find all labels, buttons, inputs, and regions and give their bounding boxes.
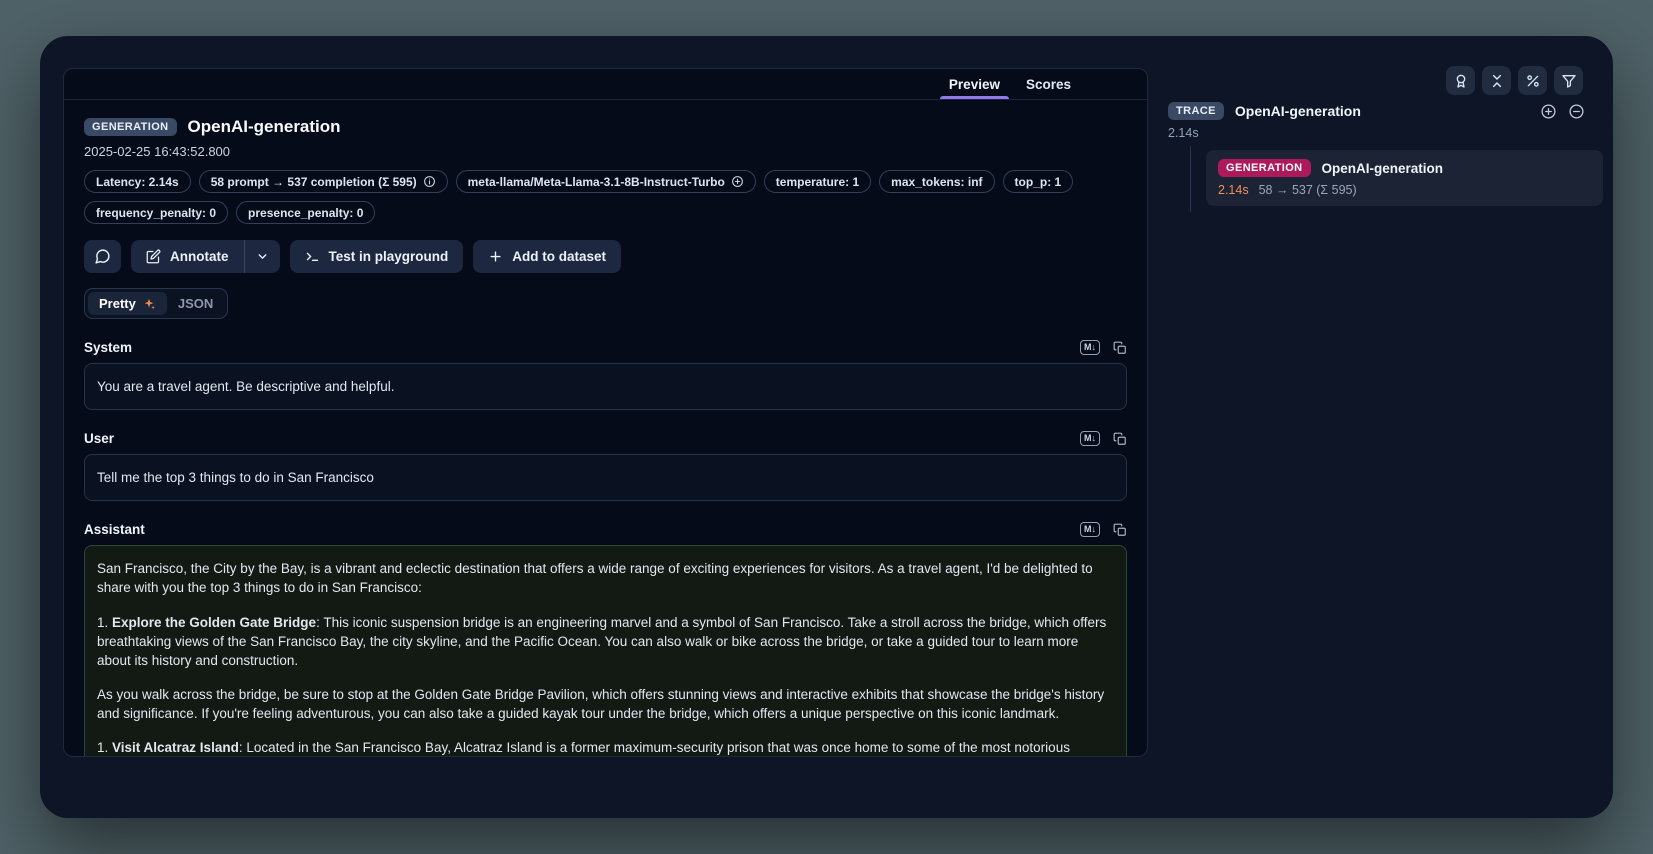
copy-icon[interactable] [1113, 432, 1127, 446]
award-icon [1453, 73, 1469, 89]
parameter-chip: meta-llama/Meta-Llama-3.1-8B-Instruct-Tu… [456, 170, 756, 193]
annotate-button[interactable]: Annotate [131, 240, 244, 273]
pretty-view-tab[interactable]: Pretty [88, 292, 167, 315]
annotate-split-button: Annotate [131, 240, 280, 273]
markdown-toggle-icon[interactable]: M↓ [1080, 522, 1100, 537]
tab-scores[interactable]: Scores [1014, 69, 1083, 99]
observation-content: GENERATION OpenAI-generation 2025-02-25 … [64, 100, 1147, 757]
percent-icon [1525, 73, 1541, 89]
view-mode-toggle: Pretty JSON [84, 288, 228, 319]
trace-toolbar [1446, 66, 1583, 95]
message-sections: System M↓ You are a travel agent. Be des… [84, 340, 1127, 757]
message-role-label: System [84, 340, 132, 355]
tab-preview[interactable]: Preview [937, 69, 1012, 99]
trace-header[interactable]: TRACE OpenAI-generation [1168, 102, 1585, 120]
parameter-chip: 58 prompt → 537 completion (Σ 595) [199, 170, 448, 193]
chip-label: top_p: 1 [1015, 175, 1062, 189]
observation-type-badge: GENERATION [84, 118, 177, 136]
generation-node-title: OpenAI-generation [1322, 161, 1444, 176]
chip-label: presence_penalty: 0 [248, 206, 363, 220]
markdown-toggle-icon[interactable]: M↓ [1080, 340, 1100, 355]
scores-award-button[interactable] [1446, 66, 1475, 95]
terminal-icon [305, 249, 320, 264]
parameter-chip: max_tokens: inf [879, 170, 994, 193]
playground-label: Test in playground [329, 249, 449, 264]
chip-label: max_tokens: inf [891, 175, 982, 189]
expand-all-button[interactable] [1540, 103, 1557, 120]
pretty-label: Pretty [99, 296, 136, 311]
observation-timestamp: 2025-02-25 16:43:52.800 [84, 144, 1127, 159]
parameter-chip: frequency_penalty: 0 [84, 201, 228, 224]
chat-bubble-icon [94, 248, 111, 265]
trace-latency: 2.14s [1168, 126, 1199, 140]
message-content: You are a travel agent. Be descriptive a… [84, 363, 1127, 410]
chevron-down-icon [256, 250, 269, 263]
test-in-playground-button[interactable]: Test in playground [290, 240, 464, 273]
add-to-dataset-button[interactable]: Add to dataset [473, 240, 621, 273]
annotate-label: Annotate [170, 249, 229, 264]
annotate-dropdown-button[interactable] [244, 240, 280, 273]
generation-tree-node[interactable]: GENERATION OpenAI-generation 2.14s 58 → … [1206, 150, 1603, 206]
message-content: San Francisco, the City by the Bay, is a… [84, 545, 1127, 757]
copy-icon[interactable] [1113, 523, 1127, 537]
message-content: Tell me the top 3 things to do in San Fr… [84, 454, 1127, 501]
message-section: Assistant M↓ San Francisco, the City by … [84, 522, 1127, 757]
generation-badge: GENERATION [1218, 159, 1311, 177]
generation-node-latency: 2.14s [1218, 183, 1249, 197]
json-view-tab[interactable]: JSON [167, 292, 224, 315]
parameter-chip: top_p: 1 [1003, 170, 1074, 193]
collapse-vertical-icon [1489, 73, 1505, 89]
add-to-dataset-label: Add to dataset [512, 249, 606, 264]
message-role-label: Assistant [84, 522, 145, 537]
plus-circle-icon [1540, 103, 1557, 120]
parameter-chip: Latency: 2.14s [84, 170, 191, 193]
chip-label: frequency_penalty: 0 [96, 206, 216, 220]
filter-button[interactable] [1554, 66, 1583, 95]
chip-label: temperature: 1 [776, 175, 859, 189]
trace-badge: TRACE [1168, 102, 1224, 120]
sparkles-icon [142, 297, 156, 311]
chip-label: meta-llama/Meta-Llama-3.1-8B-Instruct-Tu… [468, 175, 725, 189]
filter-icon [1561, 73, 1577, 89]
message-section: System M↓ You are a travel agent. Be des… [84, 340, 1127, 410]
comments-button[interactable] [84, 240, 121, 273]
metrics-percent-button[interactable] [1518, 66, 1547, 95]
trace-title: OpenAI-generation [1235, 103, 1529, 119]
markdown-toggle-icon[interactable]: M↓ [1080, 431, 1100, 446]
app-window: Preview Scores GENERATION OpenAI-generat… [40, 36, 1613, 818]
preview-tabbar: Preview Scores [64, 69, 1147, 100]
plus-icon [488, 249, 503, 264]
message-section: User M↓ Tell me the top 3 things to do i… [84, 431, 1127, 501]
observation-preview-panel: Preview Scores GENERATION OpenAI-generat… [63, 68, 1148, 757]
trace-tree: GENERATION OpenAI-generation 2.14s 58 → … [1190, 146, 1603, 212]
chip-label: Latency: 2.14s [96, 175, 179, 189]
copy-icon[interactable] [1113, 341, 1127, 355]
observation-title: OpenAI-generation [188, 117, 341, 137]
parameter-chips: Latency: 2.14s 58 prompt → 537 completio… [84, 170, 1127, 224]
generation-node-tokens: 58 → 537 (Σ 595) [1259, 183, 1357, 197]
plus-circle-icon[interactable] [731, 175, 744, 188]
message-role-label: User [84, 431, 114, 446]
collapse-all-button[interactable] [1568, 103, 1585, 120]
edit-icon [146, 249, 161, 264]
parameter-chip: temperature: 1 [764, 170, 871, 193]
parameter-chip: presence_penalty: 0 [236, 201, 375, 224]
collapse-button[interactable] [1482, 66, 1511, 95]
minus-circle-icon [1568, 103, 1585, 120]
info-icon[interactable] [423, 175, 436, 188]
chip-label: 58 prompt → 537 completion (Σ 595) [211, 175, 417, 189]
